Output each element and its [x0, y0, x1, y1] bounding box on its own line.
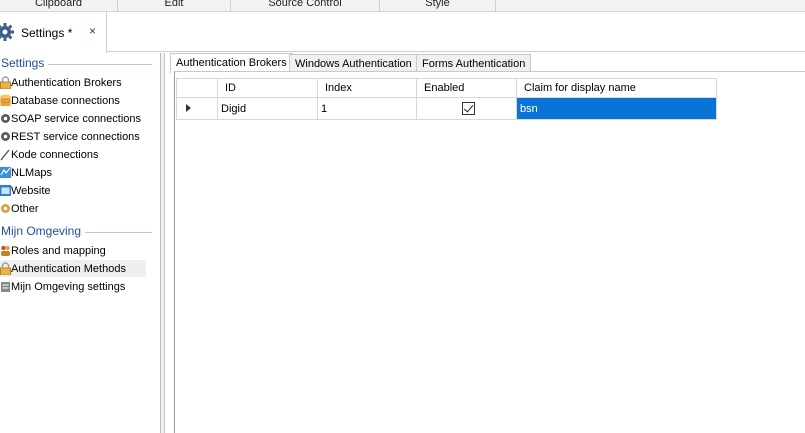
pen-icon — [0, 149, 10, 161]
column-header-claim-for-display-name[interactable]: Claim for display name — [516, 78, 717, 98]
ribbon-group-edit: Edit — [164, 0, 184, 9]
gear-icon — [0, 23, 14, 41]
lock-icon — [0, 262, 11, 275]
nav-item-authentication-brokers[interactable]: Authentication Brokers — [0, 74, 146, 91]
ribbon-group-clipboard: Clipboard — [34, 0, 83, 9]
ribbon-group-style: Style — [425, 0, 450, 9]
nav-item-other[interactable]: Other — [0, 200, 146, 217]
nav-item-label: NLMaps — [11, 166, 52, 179]
tab-windows-authentication[interactable]: Windows Authentication — [289, 54, 418, 72]
section-divider — [48, 63, 152, 65]
nav-section-title: Mijn Omgeving — [1, 224, 82, 238]
panel-splitter[interactable] — [161, 53, 165, 433]
nav-item-label: Authentication Brokers — [11, 76, 122, 89]
nav-item-nlmaps[interactable]: NLMaps — [0, 164, 146, 181]
nav-item-label: Authentication Methods — [11, 262, 126, 275]
authentication-subtabs: Authentication Brokers Windows Authentic… — [166, 53, 805, 73]
enabled-checkbox[interactable] — [461, 102, 475, 115]
nav-item-database-connections[interactable]: Database connections — [0, 92, 146, 109]
column-header-id[interactable]: ID — [217, 78, 318, 98]
nav-item-label: Website — [11, 184, 51, 197]
table-row[interactable]: Digid 1 bsn — [176, 97, 717, 120]
ribbon-group-bar: Clipboard Edit Source Control Style — [0, 0, 805, 12]
nav-item-label: Kode connections — [11, 148, 99, 161]
users-icon — [1, 245, 10, 256]
gear-other-icon — [1, 204, 10, 213]
ribbon-group-source-control: Source Control — [268, 0, 342, 9]
row-selector[interactable] — [176, 97, 218, 120]
nav-item-rest-service-connections[interactable]: REST service connections — [0, 128, 146, 145]
nav-item-mijn-omgeving-settings[interactable]: Mijn Omgeving settings — [0, 278, 146, 295]
database-icon — [0, 94, 11, 106]
nav-section-title: Settings — [1, 56, 45, 70]
nav-item-label: Roles and mapping — [11, 244, 106, 257]
tab-forms-authentication[interactable]: Forms Authentication — [416, 54, 532, 72]
settings-icon — [1, 282, 10, 292]
gear-connection-icon — [1, 114, 10, 123]
nav-section-header-mijn-omgeving: Mijn Omgeving — [0, 222, 152, 240]
nav-item-soap-service-connections[interactable]: SOAP service connections — [0, 110, 146, 127]
close-tab-button[interactable]: × — [89, 24, 96, 38]
lock-icon — [0, 76, 11, 89]
nav-item-label: Mijn Omgeving settings — [11, 280, 126, 293]
nav-item-roles-and-mapping[interactable]: Roles and mapping — [0, 242, 146, 259]
tab-authentication-brokers[interactable]: Authentication Brokers — [170, 53, 293, 73]
map-icon — [0, 167, 11, 178]
nav-item-kode-connections[interactable]: Kode connections — [0, 146, 146, 163]
settings-navigation-panel: Settings Authentication Brokers Database… — [0, 53, 161, 433]
document-tab-strip: Settings * × — [0, 12, 805, 53]
nav-item-label: Database connections — [11, 94, 120, 107]
cell-index[interactable]: 1 — [317, 97, 417, 120]
current-row-arrow-icon — [186, 104, 191, 112]
ribbon-separator — [495, 0, 496, 12]
nav-item-label: REST service connections — [11, 130, 140, 143]
data-grid: ID Index Enabled Claim for display name … — [176, 78, 717, 120]
column-header-enabled[interactable]: Enabled — [416, 78, 517, 98]
cell-enabled[interactable] — [416, 97, 517, 120]
nav-item-label: Other — [11, 202, 39, 215]
document-tab-title: Settings * — [21, 26, 73, 40]
nav-section-header-settings: Settings — [0, 54, 152, 72]
nav-item-label: SOAP service connections — [11, 112, 142, 125]
column-header-index[interactable]: Index — [317, 78, 417, 98]
website-icon — [0, 185, 11, 196]
authentication-brokers-grid: ID Index Enabled Claim for display name … — [174, 71, 805, 433]
cell-claim-for-display-name[interactable]: bsn — [516, 97, 717, 120]
row-header-corner — [176, 78, 218, 98]
nav-item-website[interactable]: Website — [0, 182, 146, 199]
cell-id[interactable]: Digid — [217, 97, 318, 120]
settings-document-tab[interactable]: Settings * × — [0, 12, 107, 53]
section-divider — [85, 231, 152, 233]
content-area: Authentication Brokers Windows Authentic… — [166, 53, 805, 433]
grid-header-row: ID Index Enabled Claim for display name — [176, 78, 717, 98]
nav-item-authentication-methods[interactable]: Authentication Methods — [0, 260, 146, 277]
gear-connection-icon — [1, 132, 10, 141]
